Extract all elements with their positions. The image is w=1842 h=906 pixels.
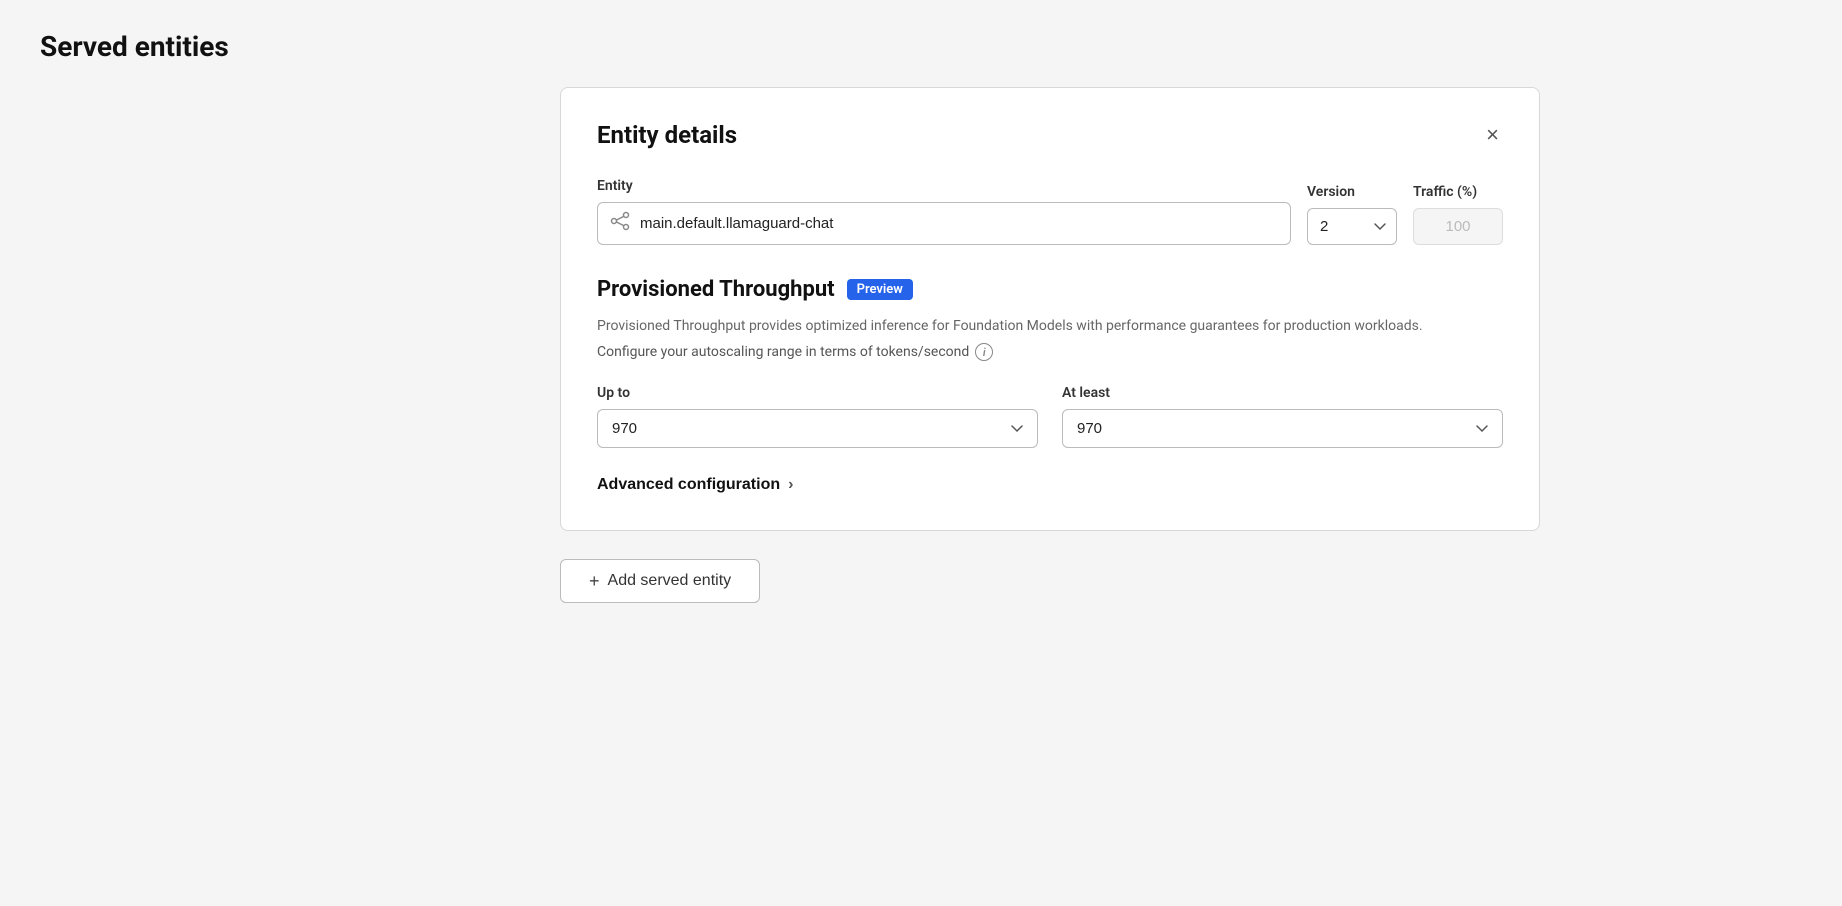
close-icon: × (1486, 124, 1499, 146)
version-field-group: Version 1 2 3 (1307, 184, 1397, 245)
add-entity-label: Add served entity (608, 572, 732, 590)
entity-row: Entity Versi (597, 178, 1503, 245)
entity-field-group: Entity (597, 178, 1291, 245)
at-least-select[interactable]: 970 1000 2000 (1062, 409, 1503, 448)
provisioned-header: Provisioned Throughput Preview (597, 277, 1503, 302)
entity-input[interactable] (640, 215, 1278, 232)
at-least-field-group: At least 970 1000 2000 (1062, 385, 1503, 448)
provisioned-section: Provisioned Throughput Preview Provision… (597, 277, 1503, 361)
page-container: Served entities Entity details × Entity (40, 30, 1802, 603)
up-to-select[interactable]: 970 1000 2000 (597, 409, 1038, 448)
provisioned-title: Provisioned Throughput (597, 277, 835, 302)
preview-badge: Preview (847, 279, 913, 300)
modal-title: Entity details (597, 121, 737, 149)
chevron-right-icon: › (788, 476, 793, 494)
up-to-field-group: Up to 970 1000 2000 (597, 385, 1038, 448)
traffic-label: Traffic (%) (1413, 184, 1503, 200)
traffic-field-group: Traffic (%) (1413, 184, 1503, 245)
page-title: Served entities (40, 30, 1802, 63)
version-label: Version (1307, 184, 1397, 200)
up-to-label: Up to (597, 385, 1038, 401)
entity-details-modal: Entity details × Entity (560, 87, 1540, 531)
advanced-configuration-button[interactable]: Advanced configuration › (597, 476, 793, 494)
info-icon: i (975, 343, 993, 361)
autoscaling-label: Configure your autoscaling range in term… (597, 343, 1503, 361)
at-least-label: At least (1062, 385, 1503, 401)
traffic-input (1413, 208, 1503, 245)
close-button[interactable]: × (1482, 120, 1503, 150)
entity-input-wrapper (597, 202, 1291, 245)
version-select[interactable]: 1 2 3 (1307, 208, 1397, 245)
add-served-entity-button[interactable]: + Add served entity (560, 559, 760, 603)
plus-icon: + (589, 572, 600, 590)
provisioned-description: Provisioned Throughput provides optimize… (597, 316, 1503, 337)
range-row: Up to 970 1000 2000 At least 970 1000 20… (597, 385, 1503, 448)
entity-model-icon (610, 211, 630, 236)
advanced-config-label: Advanced configuration (597, 476, 780, 494)
entity-label: Entity (597, 178, 1291, 194)
modal-header: Entity details × (597, 120, 1503, 150)
autoscaling-text: Configure your autoscaling range in term… (597, 344, 969, 360)
